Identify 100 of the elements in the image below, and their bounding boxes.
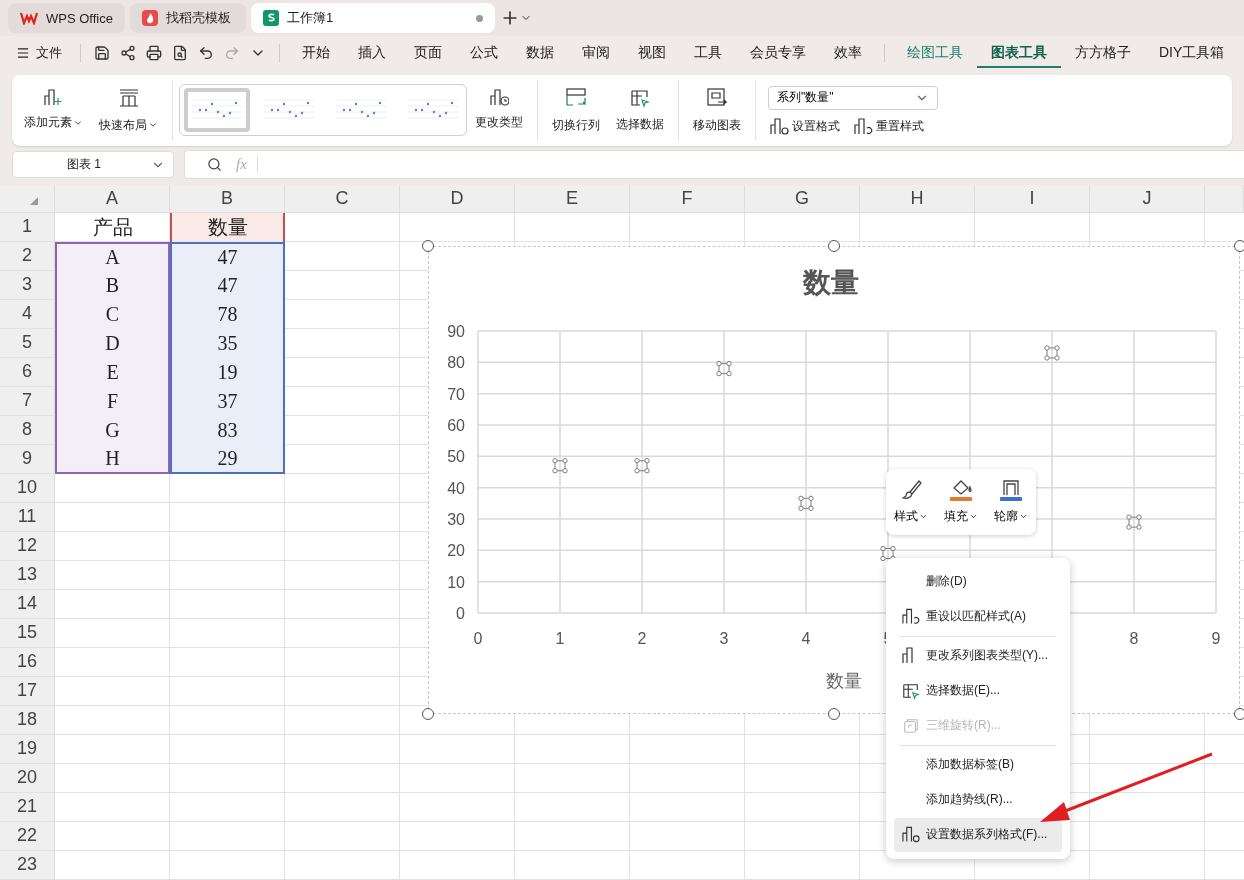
selected-data-point[interactable] [798, 495, 814, 511]
series-dropdown[interactable]: 系列"数量" [768, 85, 938, 110]
resize-handle[interactable] [1234, 240, 1244, 252]
column-header[interactable]: J [1090, 185, 1205, 213]
resize-handle[interactable] [828, 240, 840, 252]
column-header[interactable]: G [745, 185, 860, 213]
menu-item[interactable]: 添加数据标签(B) [894, 748, 1062, 782]
row-header[interactable]: 21 [0, 793, 55, 822]
zoom-icon[interactable] [207, 157, 222, 173]
menu-item[interactable]: 删除(D) [894, 565, 1062, 599]
column-header[interactable]: A [55, 185, 170, 213]
format-button[interactable]: 轮廓 [992, 476, 1030, 528]
selected-data-point[interactable] [552, 458, 568, 474]
chart-settings-icon [902, 826, 920, 844]
row-header[interactable]: 17 [0, 677, 55, 706]
row-header[interactable]: 23 [0, 851, 55, 880]
menu-item[interactable]: 重设以匹配样式(A) [894, 600, 1062, 634]
table-cell: D [55, 329, 170, 358]
row-header[interactable]: 12 [0, 532, 55, 561]
ribbon-tab[interactable]: 插入 [344, 37, 400, 68]
table-cell: 数量 [170, 213, 285, 242]
menu-item[interactable]: 添加趋势线(R)... [894, 783, 1062, 817]
ribbon-tab[interactable]: 视图 [624, 37, 680, 68]
y-axis-label: 40 [447, 479, 465, 497]
ribbon-tab[interactable]: 页面 [400, 37, 456, 68]
menu-item[interactable]: 更改系列图表类型(Y)... [894, 639, 1062, 673]
document-tab[interactable]: 找稻壳模板 [129, 3, 246, 34]
table-cell: 83 [170, 416, 285, 445]
y-axis-label: 70 [447, 385, 465, 403]
resize-handle[interactable] [422, 240, 434, 252]
row-header[interactable]: 6 [0, 358, 55, 387]
selected-data-point[interactable] [1044, 345, 1060, 361]
format-button[interactable]: 样式 [892, 476, 930, 528]
ribbon-tab[interactable]: 图表工具 [977, 37, 1061, 68]
table-cell: 29 [170, 445, 285, 474]
selected-data-point[interactable] [716, 360, 732, 377]
ribbon-tab[interactable]: 数据 [512, 37, 568, 68]
switch-row-column-button[interactable]: 切换行列 [544, 82, 608, 138]
table-cell: C [55, 300, 170, 329]
format-button[interactable]: 填充 [942, 476, 980, 528]
table-select-icon [902, 681, 920, 701]
selected-data-point[interactable] [634, 458, 650, 474]
y-axis-label: 30 [447, 511, 465, 528]
ribbon-tab[interactable]: 审阅 [568, 37, 624, 68]
x-axis-label: 2 [637, 630, 647, 647]
name-box[interactable]: 图表 1 [12, 151, 174, 179]
ribbon-tab[interactable]: 方方格子 [1061, 37, 1145, 68]
ribbon-tab[interactable]: DIY工具箱 [1145, 37, 1239, 68]
row-header[interactable]: 4 [0, 300, 55, 329]
row-header[interactable]: 15 [0, 619, 55, 648]
move-chart-button[interactable]: 移动图表 [685, 82, 749, 138]
select-data-button[interactable]: 选择数据 [608, 83, 672, 137]
reset-style-button[interactable]: 重置样式 [852, 117, 926, 135]
column-header[interactable]: H [860, 185, 975, 213]
menu-item[interactable]: 设置数据系列格式(F)... [894, 818, 1062, 852]
ribbon-tab[interactable]: 绘图工具 [893, 37, 977, 68]
table-cell: 47 [170, 242, 285, 271]
chart-reset-icon [902, 608, 920, 626]
row-header[interactable]: 7 [0, 387, 55, 416]
row-header[interactable]: 20 [0, 764, 55, 793]
quick-layout-button[interactable]: 快速布局 [91, 82, 166, 138]
ribbon-tab[interactable]: 效率 [820, 37, 876, 68]
row-header[interactable]: 9 [0, 445, 55, 474]
menu-item[interactable]: 选择数据(E)... [894, 674, 1062, 708]
add-element-button[interactable]: 添加元素 [16, 85, 91, 136]
chart-style-thumbnail[interactable] [184, 88, 250, 133]
column-header[interactable]: D [400, 185, 515, 213]
resize-handle[interactable] [1234, 708, 1244, 720]
column-header[interactable]: C [285, 185, 400, 213]
row-header[interactable]: 1 [0, 213, 55, 242]
ribbon-tab[interactable]: 开始 [288, 37, 344, 68]
row-header[interactable]: 18 [0, 706, 55, 735]
column-header[interactable]: B [170, 185, 285, 213]
row-header[interactable]: 10 [0, 474, 55, 503]
chart-title: 数量 [803, 267, 859, 298]
set-format-button[interactable]: 设置格式 [768, 117, 842, 135]
row-header[interactable]: 14 [0, 590, 55, 619]
layout-icon [117, 86, 140, 109]
document-tab[interactable]: WPS Office [8, 3, 125, 34]
row-header[interactable]: 16 [0, 648, 55, 677]
document-tab[interactable]: 工作簿1 [250, 3, 495, 34]
row-header[interactable]: 22 [0, 822, 55, 851]
change-type-button[interactable]: 更改类型 [467, 85, 531, 136]
row-header[interactable]: 8 [0, 416, 55, 445]
row-header[interactable]: 3 [0, 271, 55, 300]
selected-data-point[interactable] [880, 545, 896, 562]
selected-data-point[interactable] [1126, 514, 1142, 530]
row-header[interactable]: 2 [0, 242, 55, 271]
row-header[interactable]: 13 [0, 561, 55, 590]
row-header[interactable]: 19 [0, 735, 55, 764]
ribbon-tab[interactable]: 会员专享 [736, 37, 820, 68]
row-header[interactable]: 11 [0, 503, 55, 532]
column-header[interactable]: E [515, 185, 630, 213]
file-menu-button[interactable]: 文件 [16, 43, 72, 62]
column-header[interactable]: F [630, 185, 745, 213]
row-header[interactable]: 5 [0, 329, 55, 358]
ribbon-tab[interactable]: 公式 [456, 37, 512, 68]
table-cell-text: 产品 [91, 215, 134, 240]
column-header[interactable]: I [975, 185, 1090, 213]
ribbon-tab[interactable]: 工具 [680, 37, 736, 68]
